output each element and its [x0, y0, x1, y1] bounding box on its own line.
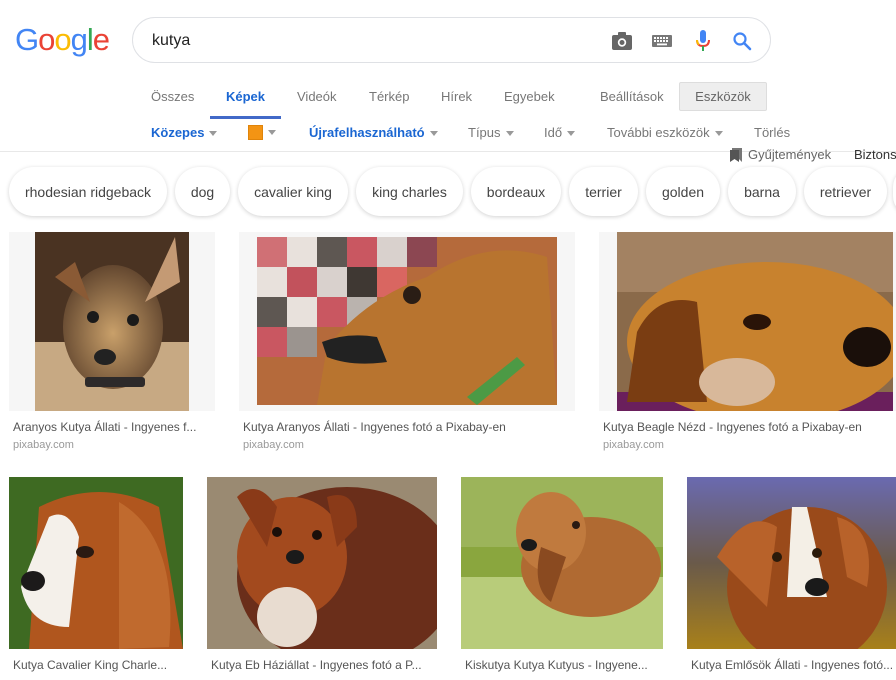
type-filter[interactable]: Típus	[468, 125, 514, 140]
search-box	[132, 17, 771, 63]
image-result[interactable]: Kutya Eb Háziállat - Ingyenes fotó a P..…	[207, 477, 439, 677]
image-result[interactable]: Aranyos Kutya Állati - Ingyenes f... pix…	[9, 232, 215, 454]
chevron-down-icon	[567, 131, 576, 137]
result-source: pixabay.com	[603, 439, 664, 451]
image-result[interactable]: Kutya Emlősök Állati - Ingyenes fotó...	[687, 477, 896, 677]
thumbnail-frame	[599, 232, 896, 411]
tab-more[interactable]: Egyebek	[504, 89, 555, 104]
chip[interactable]: barna	[728, 167, 796, 216]
active-tab-indicator	[210, 116, 281, 119]
image-result[interactable]: Kiskutya Kutya Kutyus - Ingyene...	[461, 477, 665, 677]
google-logo[interactable]: Google	[15, 22, 110, 58]
search-icon[interactable]	[731, 30, 753, 52]
logo-letter: o	[38, 22, 55, 57]
tab-news[interactable]: Hírek	[441, 89, 472, 104]
keyboard-icon[interactable]	[651, 30, 673, 52]
dog-thumbnail	[207, 477, 437, 649]
time-filter[interactable]: Idő	[544, 125, 576, 140]
result-title[interactable]: Kutya Emlősök Állati - Ingyenes fotó...	[691, 658, 896, 672]
chevron-down-icon	[429, 131, 438, 137]
logo-letter: o	[54, 22, 71, 57]
time-filter-label: Idő	[544, 125, 563, 140]
result-source: pixabay.com	[13, 439, 74, 451]
logo-letter: g	[70, 22, 88, 57]
size-filter-label: Közepes	[151, 125, 205, 140]
chip[interactable]: rhodesian ridgeback	[9, 167, 167, 216]
result-title[interactable]: Kutya Cavalier King Charle...	[13, 658, 185, 672]
chip[interactable]: cavalier king	[238, 167, 348, 216]
bookmark-icon	[730, 148, 742, 162]
dog-thumbnail	[35, 232, 189, 411]
settings-link[interactable]: Beállítások	[600, 89, 664, 104]
microphone-icon[interactable]	[692, 30, 714, 52]
chip[interactable]: king charles	[356, 167, 463, 216]
result-title[interactable]: Kutya Aranyos Állati - Ingyenes fotó a P…	[243, 420, 573, 434]
logo-letter: G	[15, 22, 39, 57]
chip[interactable]: terrier	[569, 167, 638, 216]
result-source: pixabay.com	[243, 439, 304, 451]
dog-thumbnail	[257, 237, 557, 405]
chevron-down-icon	[268, 130, 276, 136]
more-tools-filter[interactable]: További eszközök	[607, 125, 723, 140]
type-filter-label: Típus	[468, 125, 501, 140]
size-filter[interactable]: Közepes	[151, 125, 218, 140]
logo-letter: e	[92, 22, 110, 57]
result-title[interactable]: Kiskutya Kutya Kutyus - Ingyene...	[465, 658, 665, 672]
result-title[interactable]: Kutya Eb Háziállat - Ingyenes fotó a P..…	[211, 658, 439, 672]
color-filter[interactable]	[248, 124, 276, 141]
chevron-down-icon	[209, 131, 218, 137]
clear-filters-link[interactable]: Törlés	[754, 125, 790, 140]
safesearch-link[interactable]: Biztons	[854, 147, 896, 162]
tools-button[interactable]: Eszközök	[679, 82, 767, 111]
chip[interactable]: golden	[646, 167, 720, 216]
camera-icon[interactable]	[611, 30, 633, 52]
image-result[interactable]: Kutya Beagle Nézd - Ingyenes fotó a Pixa…	[599, 232, 896, 454]
usage-rights-filter[interactable]: Újrafelhasználható	[309, 125, 438, 140]
collections-label: Gyűjtemények	[748, 147, 832, 162]
result-title[interactable]: Kutya Beagle Nézd - Ingyenes fotó a Pixa…	[603, 420, 896, 434]
dog-thumbnail	[461, 477, 663, 649]
dog-thumbnail	[9, 477, 183, 649]
color-swatch	[248, 125, 263, 141]
thumbnail-frame	[9, 232, 215, 411]
tab-all[interactable]: Összes	[151, 89, 194, 104]
search-input[interactable]	[152, 30, 592, 52]
chip[interactable]: dog	[175, 167, 230, 216]
tab-images[interactable]: Képek	[226, 89, 265, 104]
tab-maps[interactable]: Térkép	[369, 89, 409, 104]
related-searches: rhodesian ridgeback dog cavalier king ki…	[0, 167, 896, 217]
image-result[interactable]: Kutya Aranyos Állati - Ingyenes fotó a P…	[239, 232, 575, 454]
chevron-down-icon	[714, 131, 723, 137]
more-tools-label: További eszközök	[607, 125, 710, 140]
thumbnail-frame	[239, 232, 575, 411]
result-title[interactable]: Aranyos Kutya Állati - Ingyenes f...	[13, 420, 213, 434]
usage-rights-label: Újrafelhasználható	[309, 125, 425, 140]
collections-link[interactable]: Gyűjtemények	[730, 147, 831, 162]
tab-videos[interactable]: Videók	[297, 89, 337, 104]
image-result[interactable]: Kutya Cavalier King Charle...	[9, 477, 185, 677]
chevron-down-icon	[505, 131, 514, 137]
chip[interactable]: bordeaux	[471, 167, 561, 216]
chip[interactable]: retriever	[804, 167, 887, 216]
dog-thumbnail	[687, 477, 896, 649]
dog-thumbnail	[617, 232, 893, 411]
